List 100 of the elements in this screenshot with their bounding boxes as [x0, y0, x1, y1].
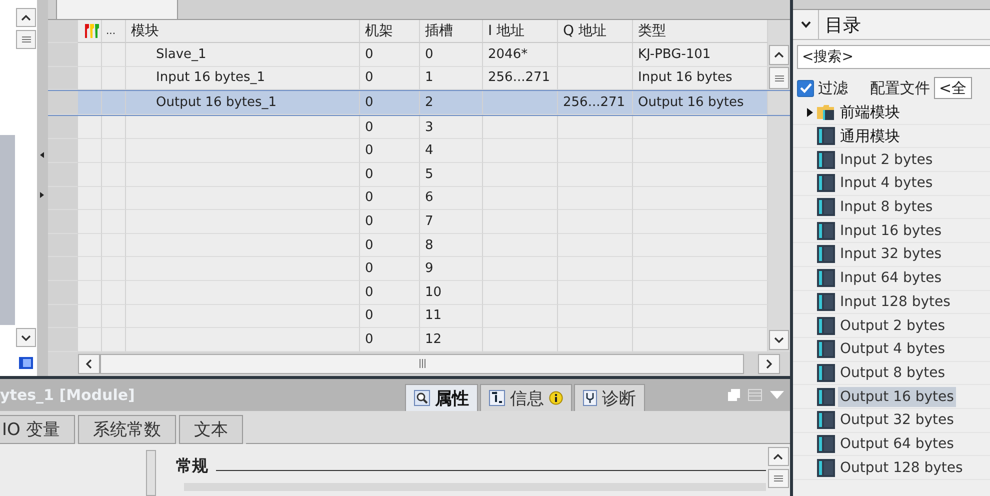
properties-tab[interactable]: 系统常数 [78, 415, 176, 444]
table-cell: 11 [425, 308, 442, 324]
module-icon [817, 198, 835, 216]
table-row[interactable]: 0 3 [48, 116, 790, 140]
table-cell: 0 [365, 214, 374, 229]
filter-label: 过滤 [818, 78, 848, 98]
table-cell: Output 16 bytes [638, 94, 744, 110]
module-icon [817, 174, 835, 192]
table-cell: 2046* [488, 46, 528, 62]
module-icon [817, 340, 835, 358]
table-cell: 0 [365, 70, 374, 86]
table-cell: 7 [425, 214, 434, 229]
overview-tab[interactable] [56, 0, 178, 20]
scroll-thumb[interactable] [769, 67, 789, 90]
grip-icon [22, 36, 30, 43]
table-row[interactable]: 0 4 [48, 139, 790, 163]
table-cell: 4 [425, 143, 434, 158]
catalog-item[interactable]: Input 4 bytes [838, 173, 935, 194]
vertical-scrollbar[interactable] [15, 0, 37, 376]
view-tab[interactable]: 诊断 [574, 384, 645, 411]
filter-checkbox[interactable] [797, 80, 814, 96]
catalog-item[interactable]: Output 2 bytes [838, 316, 948, 336]
table-cell: 0 [365, 332, 374, 347]
catalog-item[interactable]: 前端模块 [838, 100, 902, 124]
table-cell: 0 [365, 261, 374, 276]
module-icon [817, 364, 835, 382]
table-row[interactable]: Slave_1 0 0 2046* KJ-PBG-101 [48, 43, 790, 67]
table-row[interactable]: 0 7 [48, 210, 790, 234]
table-row[interactable]: 0 9 [48, 257, 790, 281]
view-tab[interactable]: 属性 [405, 384, 478, 411]
grip-icon [774, 74, 784, 82]
profile-dropdown[interactable]: <全 [934, 77, 972, 99]
scroll-up-button[interactable] [768, 447, 788, 466]
expand-arrow-icon[interactable] [40, 192, 44, 198]
table-row[interactable]: Output 16 bytes_1 0 2 256...271 Output 16 bytes [48, 90, 790, 116]
catalog-title: 目录 [824, 14, 861, 36]
table-cell: 9 [425, 261, 434, 276]
module-icon [817, 245, 835, 264]
module-icon [817, 458, 835, 477]
collapse-arrow-icon[interactable] [40, 152, 44, 158]
table-cell: 256...271 [488, 70, 550, 86]
properties-tab[interactable]: IO 变量 [0, 415, 75, 444]
table-cell: 1 [425, 70, 434, 86]
grip-icon [418, 359, 426, 368]
scroll-right-button[interactable] [758, 354, 780, 374]
view-tab[interactable]: 信息 [480, 384, 572, 411]
section-heading: 常规 [176, 456, 208, 477]
module-icon [817, 150, 835, 169]
catalog-item[interactable]: 通用模块 [838, 124, 902, 148]
table-cell: 10 [425, 284, 442, 300]
info-icon [549, 391, 563, 405]
table-row[interactable]: 0 8 [48, 234, 790, 258]
profile-label: 配置文件 [870, 78, 930, 98]
table-row[interactable]: 0 11 [48, 304, 790, 328]
catalog-item[interactable]: Output 8 bytes [838, 362, 948, 383]
scroll-up-button[interactable] [769, 44, 789, 65]
scroll-thumb[interactable] [768, 469, 788, 488]
table-cell: 12 [425, 332, 442, 347]
scroll-down-button[interactable] [16, 328, 36, 347]
catalog-item[interactable]: Input 32 bytes [838, 244, 944, 264]
tools-icon [83, 23, 101, 39]
catalog-item[interactable]: Output 32 bytes [838, 410, 956, 430]
scroll-left-button[interactable] [78, 354, 100, 374]
stethoscope-icon [583, 390, 597, 406]
window-icon[interactable] [18, 356, 34, 370]
magnifier-icon [414, 390, 430, 406]
scroll-up-button[interactable] [16, 8, 36, 27]
catalog-item[interactable]: Output 16 bytes [838, 386, 956, 407]
catalog-item[interactable]: Input 2 bytes [838, 150, 935, 170]
table-cell: 8 [425, 238, 434, 253]
expand-arrow-icon[interactable] [807, 108, 813, 117]
catalog-item[interactable]: Input 64 bytes [838, 268, 944, 288]
table-cell: 0 [365, 284, 374, 300]
scroll-thumb[interactable] [16, 30, 36, 49]
module-icon [817, 292, 835, 311]
info-list-icon [489, 390, 505, 406]
table-row[interactable]: 0 5 [48, 162, 790, 187]
horizontal-scrollbar[interactable] [48, 352, 790, 376]
properties-tab[interactable]: 文本 [178, 415, 243, 444]
module-icon [817, 127, 835, 146]
table-row[interactable]: 0 10 [48, 280, 790, 305]
module-icon [817, 222, 835, 240]
table-cell: 3 [425, 120, 434, 135]
catalog-item[interactable]: Output 4 bytes [838, 339, 948, 360]
horizontal-scroll-thumb[interactable] [100, 354, 744, 374]
catalog-item[interactable]: Output 64 bytes [838, 434, 956, 454]
catalog-item[interactable]: Input 8 bytes [838, 197, 935, 218]
search-field[interactable]: <搜索> [797, 45, 990, 69]
table-cell: 5 [425, 166, 434, 182]
catalog-item[interactable]: Output 128 bytes [838, 458, 965, 478]
grip-icon [774, 475, 782, 482]
table-cell: 256...271 [563, 94, 626, 110]
catalog-item[interactable]: Input 16 bytes [838, 220, 944, 241]
table-row[interactable]: 0 6 [48, 186, 790, 210]
table-row[interactable]: Input 16 bytes_1 0 1 256...271 Input 16 bytes [48, 66, 790, 90]
scroll-down-button[interactable] [769, 330, 789, 350]
table-cell: 0 [365, 94, 374, 110]
table-cell: 2 [425, 94, 434, 110]
table-row[interactable]: 0 12 [48, 328, 790, 352]
catalog-item[interactable]: Input 128 bytes [838, 292, 952, 312]
